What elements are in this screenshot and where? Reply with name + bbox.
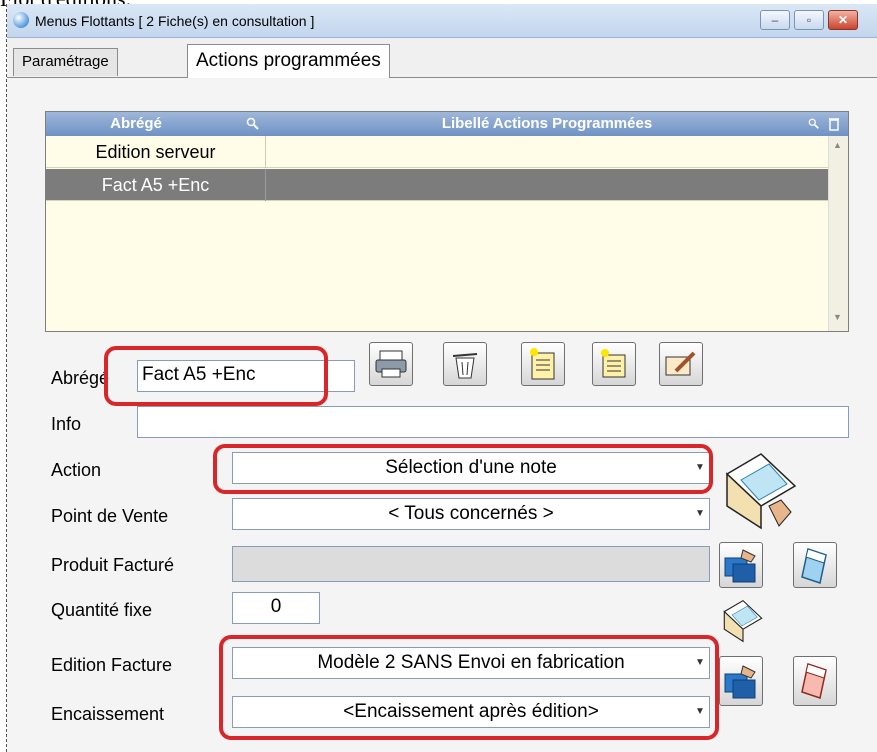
tab-strip: [7, 38, 877, 78]
scroll-up-icon[interactable]: ▲: [833, 140, 842, 150]
window-title: Menus Flottants [ 2 Fiche(s) en consulta…: [35, 13, 315, 29]
windows-hand-icon: [721, 665, 761, 709]
eraser-icon: [800, 548, 830, 591]
info-input[interactable]: [137, 406, 849, 438]
chevron-down-icon[interactable]: ▼: [693, 502, 707, 526]
qte-label: Quantité fixe: [51, 600, 153, 620]
printer-icon: [374, 350, 408, 385]
pdv-select[interactable]: < Tous concernés > ▼: [232, 498, 710, 530]
produit-input[interactable]: [232, 546, 710, 582]
edit-button[interactable]: [659, 342, 703, 386]
grid-header: Abrégé Libellé Actions Programmées: [46, 112, 848, 136]
highlight-box: [219, 635, 719, 740]
highlight-box: [213, 444, 713, 494]
cell-abrege: Fact A5 +Enc: [46, 169, 266, 201]
minimize-button[interactable]: –: [760, 10, 790, 30]
edition-select-button[interactable]: [719, 656, 763, 706]
qte-cards-button[interactable]: [721, 598, 765, 644]
info-label: Info: [51, 414, 82, 434]
pdv-value: < Tous concernés >: [388, 503, 554, 524]
produit-select-button[interactable]: [719, 542, 763, 588]
qte-input[interactable]: 0: [232, 592, 320, 624]
scroll-down-icon[interactable]: ▼: [833, 312, 842, 322]
highlight-box: [104, 346, 328, 406]
edition-clear-button[interactable]: [793, 656, 837, 706]
trash-icon[interactable]: [828, 112, 840, 139]
new-button[interactable]: [521, 342, 565, 386]
open-folder-icon: [599, 349, 629, 387]
tab-parametrage[interactable]: Paramétrage: [13, 48, 118, 76]
cards-hand-icon: [721, 453, 801, 536]
column-header-abrege[interactable]: Abrégé: [46, 112, 226, 136]
close-button[interactable]: ✕: [828, 10, 858, 30]
column-header-libelle[interactable]: Libellé Actions Programmées: [267, 112, 827, 136]
windows-hand-icon: [721, 549, 761, 592]
cards-hand-icon: [721, 599, 765, 648]
cell-abrege: Edition serveur: [46, 136, 266, 168]
delete-button[interactable]: [443, 342, 487, 386]
app-icon: [13, 12, 29, 28]
search-icon[interactable]: [808, 112, 820, 138]
edit-document-icon: [664, 351, 698, 385]
table-row[interactable]: Edition serveur: [46, 136, 828, 168]
produit-clear-button[interactable]: [793, 542, 837, 588]
produit-label: Produit Facturé: [51, 555, 175, 575]
new-document-icon: [528, 348, 558, 387]
eraser-icon: [800, 663, 830, 707]
edition-label: Edition Facture: [51, 655, 173, 675]
action-label: Action: [51, 460, 102, 480]
encaissement-label: Encaissement: [51, 704, 165, 724]
title-bar: Menus Flottants [ 2 Fiche(s) en consulta…: [7, 4, 877, 38]
maximize-button[interactable]: ▫: [794, 10, 824, 30]
selection-note-button[interactable]: [721, 450, 801, 532]
grid-scrollbar[interactable]: ▲ ▼: [828, 136, 848, 331]
search-icon[interactable]: [246, 112, 260, 139]
open-button[interactable]: [592, 342, 636, 386]
table-row-selected[interactable]: Fact A5 +Enc: [46, 169, 828, 201]
trash-icon: [450, 353, 480, 386]
abrege-label: Abrégé: [51, 368, 110, 388]
print-button[interactable]: [369, 342, 413, 386]
app-window: Menus Flottants [ 2 Fiche(s) en consulta…: [6, 4, 877, 752]
pdv-label: Point de Vente: [51, 506, 169, 526]
actions-grid: Abrégé Libellé Actions Programmées Editi…: [45, 111, 849, 332]
tab-actions-programmees[interactable]: Actions programmées: [187, 44, 390, 78]
